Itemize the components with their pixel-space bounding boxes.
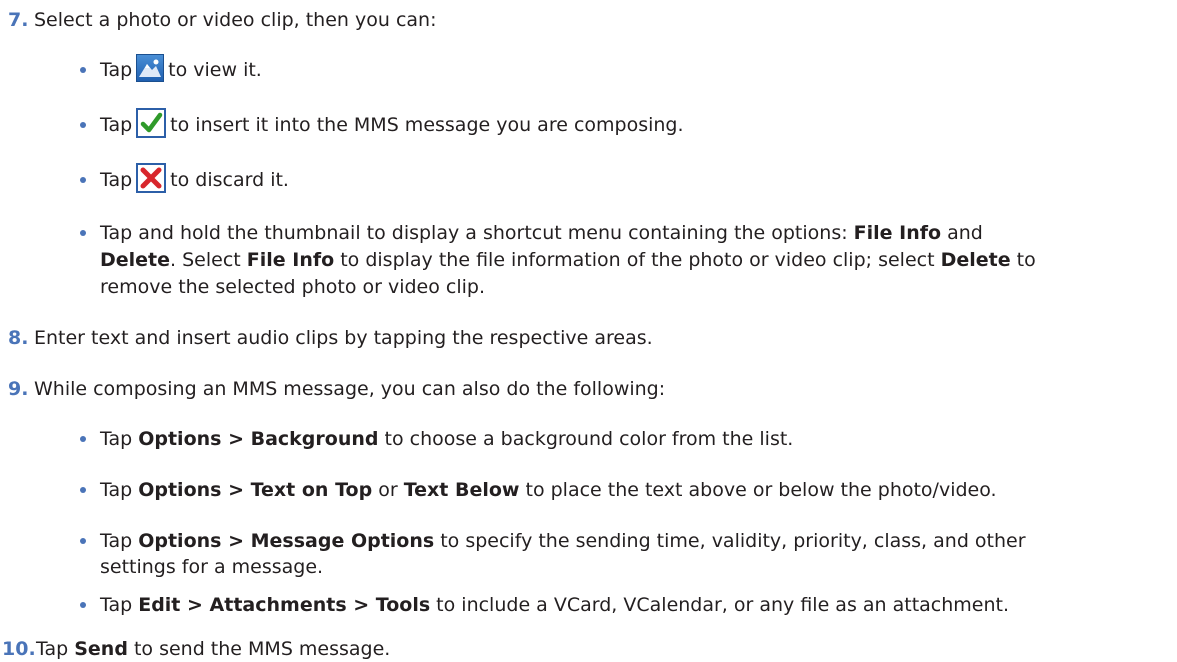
bullet-view-post: to view it. bbox=[168, 59, 262, 81]
bullet-dot bbox=[80, 177, 86, 183]
bold-send: Send bbox=[74, 638, 128, 660]
bold-text-below: Text Below bbox=[403, 479, 520, 501]
bullet-text-position: Tap Options > Text on Top or Text Below … bbox=[100, 478, 997, 502]
bullet-hold-line-1: Tap and hold the thumbnail to display a … bbox=[100, 221, 983, 245]
text-run: to specify the sending time, validity, p… bbox=[434, 530, 1026, 552]
text-run: to send the MMS message. bbox=[127, 638, 391, 660]
bold-file-info: File Info bbox=[246, 249, 335, 271]
bullet-dot bbox=[80, 436, 86, 442]
bullet-insert-post: to insert it into the MMS message you ar… bbox=[170, 114, 684, 136]
bullet-dot bbox=[80, 602, 86, 608]
text-run: Tap bbox=[100, 530, 139, 552]
bold-edit-attachments-tools: Edit > Attachments > Tools bbox=[138, 594, 431, 616]
step-number-8: 8. bbox=[8, 327, 29, 349]
bold-file-info: File Info bbox=[853, 222, 942, 244]
bullet-message-options-line-1: Tap Options > Message Options to specify… bbox=[100, 529, 1026, 553]
bullet-message-options-line-2: settings for a message. bbox=[100, 556, 324, 578]
bullet-hold-line-3: remove the selected photo or video clip. bbox=[100, 276, 486, 298]
bullet-discard: Tap to discard it. bbox=[100, 162, 289, 193]
bullet-dot bbox=[80, 230, 86, 236]
step-10-text: Tap Send to send the MMS message. bbox=[36, 637, 390, 661]
bullet-dot bbox=[80, 538, 86, 544]
step-number-7: 7. bbox=[8, 9, 29, 31]
bullet-discard-pre: Tap bbox=[100, 169, 133, 191]
bold-delete: Delete bbox=[940, 249, 1011, 271]
checkmark-icon bbox=[136, 107, 167, 138]
bold-message-options: Options > Message Options bbox=[138, 530, 435, 552]
bullet-view: Tap to view it. bbox=[100, 53, 262, 82]
bullet-hold-line-2: Delete. Select File Info to display the … bbox=[100, 248, 1036, 272]
text-run: to choose a background color from the li… bbox=[378, 428, 794, 450]
step-number-10: 10. bbox=[2, 638, 36, 660]
step-7-text: Select a photo or video clip, then you c… bbox=[34, 9, 437, 31]
text-run: Tap bbox=[100, 594, 139, 616]
bullet-insert-pre: Tap bbox=[100, 114, 133, 136]
text-run: to bbox=[1010, 249, 1036, 271]
text-run: Tap bbox=[100, 479, 139, 501]
step-number-9: 9. bbox=[8, 378, 29, 400]
bold-text-on-top: Options > Text on Top bbox=[138, 479, 373, 501]
text-run: or bbox=[372, 479, 404, 501]
bold-delete: Delete bbox=[100, 249, 171, 271]
bullet-view-pre: Tap bbox=[100, 59, 133, 81]
bullet-discard-post: to discard it. bbox=[170, 169, 289, 191]
view-photo-icon bbox=[136, 53, 165, 82]
text-run: . Select bbox=[170, 249, 247, 271]
text-run: Tap and hold the thumbnail to display a … bbox=[100, 222, 854, 244]
text-run: to display the file information of the p… bbox=[334, 249, 941, 271]
text-run: to place the text above or below the pho… bbox=[519, 479, 997, 501]
text-run: Tap bbox=[100, 428, 139, 450]
discard-x-icon bbox=[136, 162, 167, 193]
text-run: Tap bbox=[36, 638, 75, 660]
bullet-dot bbox=[80, 487, 86, 493]
text-run: to include a VCard, VCalendar, or any fi… bbox=[430, 594, 1010, 616]
manual-page: 7. Select a photo or video clip, then yo… bbox=[0, 0, 1177, 662]
step-8-text: Enter text and insert audio clips by tap… bbox=[34, 327, 653, 349]
text-run: and bbox=[941, 222, 983, 244]
bullet-dot bbox=[80, 67, 86, 73]
bullet-attachments: Tap Edit > Attachments > Tools to includ… bbox=[100, 593, 1009, 617]
bullet-insert: Tap to insert it into the MMS message yo… bbox=[100, 107, 684, 138]
bullet-background: Tap Options > Background to choose a bac… bbox=[100, 427, 793, 451]
bullet-dot bbox=[80, 122, 86, 128]
bold-options-background: Options > Background bbox=[138, 428, 379, 450]
step-9-text: While composing an MMS message, you can … bbox=[34, 378, 666, 400]
